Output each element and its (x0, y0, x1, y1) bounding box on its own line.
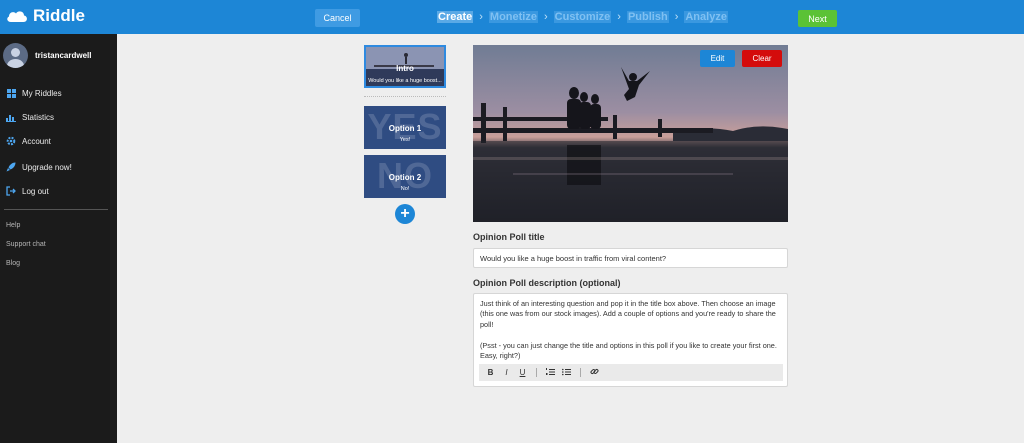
support-chat-link[interactable]: Support chat (6, 241, 46, 248)
sidebar-item-label: Account (22, 136, 51, 146)
toolbar-divider (580, 368, 581, 377)
edit-image-button[interactable]: Edit (700, 50, 735, 67)
poll-image (473, 45, 788, 222)
sidebar-item-label: Upgrade now! (22, 162, 72, 172)
sidebar-item-label: My Riddles (22, 88, 62, 98)
option-thumbnail-1[interactable]: YES Option 1 Yes! (364, 106, 446, 149)
option-2-subtitle: No! (400, 186, 410, 192)
rocket-icon (6, 162, 16, 172)
clear-image-button[interactable]: Clear (742, 50, 782, 67)
blog-link[interactable]: Blog (6, 260, 20, 267)
description-paragraph: (Psst - you can just change the title an… (480, 340, 777, 361)
step-separator: › (617, 11, 621, 23)
thumbnail-divider (364, 96, 446, 97)
sidebar-item-upgrade[interactable]: Upgrade now! (6, 162, 72, 172)
step-customize[interactable]: Customize (553, 11, 612, 23)
cancel-button[interactable]: Cancel (315, 9, 360, 27)
poll-description-text[interactable]: Just think of an interesting question an… (480, 299, 780, 361)
italic-button[interactable]: I (501, 368, 512, 377)
add-option-button[interactable]: + (395, 204, 415, 224)
brand-name: Riddle (33, 6, 85, 25)
poll-title-label: Opinion Poll title (473, 232, 545, 242)
intro-thumbnail-title: Intro (396, 64, 414, 73)
sidebar-item-my-riddles[interactable]: My Riddles (6, 88, 62, 98)
top-bar: Riddle Cancel Create › Monetize › Custom… (0, 0, 1024, 34)
option-thumbnail-2[interactable]: NO Option 2 No! (364, 155, 446, 198)
step-separator: › (479, 11, 483, 23)
user-profile[interactable]: tristancardwell (3, 43, 91, 68)
step-monetize[interactable]: Monetize (488, 11, 538, 23)
poll-description-label: Opinion Poll description (optional) (473, 278, 621, 288)
bar-chart-icon (6, 112, 16, 122)
option-1-title: Option 1 (388, 124, 422, 133)
bullet-list-icon[interactable] (561, 368, 572, 378)
sidebar-item-statistics[interactable]: Statistics (6, 112, 54, 122)
sidebar-item-logout[interactable]: Log out (6, 186, 49, 196)
step-separator: › (674, 11, 679, 23)
option-2-title: Option 2 (388, 173, 422, 182)
link-icon[interactable] (589, 367, 600, 378)
sidebar-divider (4, 209, 108, 210)
sidebar-item-account[interactable]: Account (6, 136, 51, 146)
toolbar-divider (536, 368, 537, 377)
sidebar: tristancardwell My Riddles Statistics Ac… (0, 34, 117, 443)
description-paragraph: Just think of an interesting question an… (480, 299, 776, 329)
gear-icon (6, 136, 16, 146)
grid-icon (6, 88, 16, 98)
riddle-logo[interactable]: Riddle (6, 6, 85, 26)
step-publish[interactable]: Publish (626, 11, 669, 23)
poll-description-editor[interactable]: Just think of an interesting question an… (473, 293, 788, 387)
bold-button[interactable]: B (485, 368, 496, 377)
help-link[interactable]: Help (6, 222, 20, 229)
next-button[interactable]: Next (798, 10, 837, 27)
sidebar-item-label: Log out (22, 186, 49, 196)
cloud-logo-icon (7, 11, 27, 22)
sidebar-item-label: Statistics (22, 112, 55, 122)
text-format-toolbar: B I U (479, 364, 783, 381)
intro-thumbnail-subtitle: Would you like a huge boost... (368, 78, 442, 84)
poll-image-photo (473, 67, 788, 222)
wizard-steps: Create › Monetize › Customize › Publish … (437, 11, 728, 23)
ordered-list-icon[interactable] (545, 367, 556, 378)
option-1-subtitle: Yes! (399, 137, 411, 143)
step-separator: › (543, 11, 548, 23)
username: tristancardwell (35, 51, 92, 60)
underline-button[interactable]: U (517, 368, 528, 377)
step-create[interactable]: Create (437, 11, 474, 23)
avatar (3, 43, 28, 68)
poll-title-input[interactable]: Would you like a huge boost in traffic f… (473, 248, 788, 268)
logout-icon (6, 186, 16, 196)
step-analyze[interactable]: Analyze (684, 11, 728, 23)
intro-thumbnail[interactable]: Intro Would you like a huge boost... (364, 45, 446, 88)
